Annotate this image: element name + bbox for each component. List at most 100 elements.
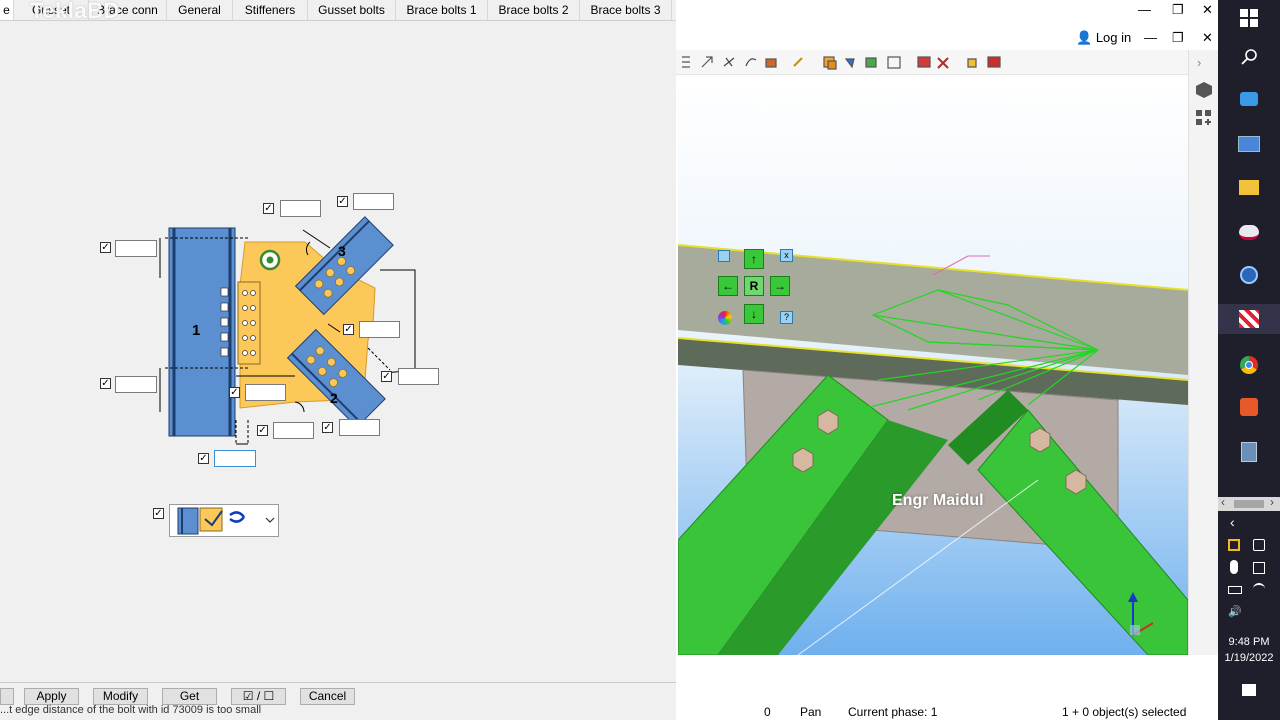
monitor-app-icon[interactable] [1218,128,1280,158]
cancel-button[interactable]: Cancel [300,688,355,705]
checkbox-gusset-bottom-2[interactable] [322,422,333,433]
nav-down-button[interactable]: ↓ [744,304,764,324]
nav-close-button[interactable]: x [780,249,793,262]
tray-screen-icon[interactable] [1253,539,1265,551]
checkbox-gusset-bottom-1[interactable] [257,425,268,436]
ok-button-partial[interactable] [0,688,14,705]
nav-up-button[interactable]: ↑ [744,249,764,269]
checkbox-gusset-type[interactable] [153,508,164,519]
gusset-bottom-1-field[interactable] [273,422,314,439]
nav-right-button[interactable]: → [770,276,790,296]
apply-button[interactable]: Apply [24,688,79,705]
inner-close-button[interactable]: ✕ [1202,30,1213,46]
login-area[interactable]: 👤 Log in [1076,30,1131,46]
gusset-bottom-2-field[interactable] [339,419,380,436]
scroll-thumb[interactable] [1234,500,1264,508]
nav-toggle-button[interactable] [718,250,730,262]
wifi-icon[interactable] [1253,583,1265,597]
side-panel: › [1188,50,1219,655]
top-left-dim-field[interactable] [115,240,157,257]
volume-icon[interactable]: 🔊 [1228,605,1242,618]
gusset-type-dropdown[interactable] [169,504,279,537]
battery-icon[interactable] [1228,586,1242,594]
chevron-right-icon[interactable]: › [1197,55,1201,70]
status-selection: 1 + 0 object(s) selected [1062,705,1187,719]
modify-button[interactable]: Modify [93,688,148,705]
grid-add-icon[interactable] [1196,110,1212,126]
calculator-icon[interactable] [1218,436,1280,466]
brace-2-label: 2 [330,390,338,406]
search-icon[interactable] [1218,42,1280,72]
status-mode: Pan [800,705,822,719]
tab-brace-bolts-2[interactable]: Brace bolts 2 [488,0,580,20]
tab-brace-bolts-3[interactable]: Brace bolts 3 [580,0,672,20]
window-controls: — ❐ ✕ [1136,2,1220,20]
tab-general[interactable]: General [167,0,233,20]
clip-offset-field[interactable] [245,384,286,401]
checkbox-gusset-top-1[interactable] [263,203,274,214]
user-icon: 👤 [1076,30,1093,45]
taskbar-date[interactable]: 1/19/2022 [1218,652,1280,664]
restore-button[interactable]: ❐ [1172,2,1184,18]
checkbox-top-left-dim[interactable] [100,242,111,253]
checkbox-bottom-left-dim[interactable] [100,378,111,389]
color-wheel-icon[interactable] [718,311,732,325]
tekla-app-icon[interactable] [1218,84,1280,114]
tab-brace-bolts-1[interactable]: Brace bolts 1 [396,0,488,20]
3d-viewport[interactable]: ↑ x ← R → ↓ ? Engr Maidul [678,80,1188,655]
gusset-type-preview-icon [177,507,275,535]
tray-device-icon[interactable] [1253,562,1265,574]
cube-icon[interactable] [1196,82,1212,98]
viewport-watermark: Engr Maidul [892,492,984,509]
microphone-icon[interactable] [1230,560,1238,574]
notification-center-icon[interactable] [1242,684,1256,696]
scroll-left-icon[interactable]: ‹ [1221,495,1225,509]
toolbar-tool-icons [682,56,1001,70]
tab-gusset-bolts[interactable]: Gusset bolts [308,0,396,20]
minimize-button[interactable]: — [1138,2,1151,17]
brace-gap-field[interactable] [359,321,400,338]
checkbox-column-gap[interactable] [198,453,209,464]
file-explorer-icon[interactable] [1218,172,1280,202]
inner-restore-button[interactable]: ❐ [1172,30,1184,46]
tray-app-icon[interactable] [1228,539,1240,551]
watermark-logo: TeklaBD [30,0,120,23]
get-button[interactable]: Get [162,688,217,705]
column-shape [168,227,236,437]
checkbox-brace-gap[interactable] [343,324,354,335]
checkbox-clip-offset[interactable] [229,387,240,398]
close-button[interactable]: ✕ [1202,2,1213,18]
brace-3-label: 3 [338,243,346,259]
gusset-top-1-field[interactable] [280,200,321,217]
taskbar-scrollbar[interactable]: ‹ › [1218,495,1280,511]
column-gap-field[interactable] [214,450,256,467]
connection-diagram: 3 2 1 [159,216,416,445]
windows-taskbar: ‹ › ‹ 🔊 9:48 PM 1/19/2022 [1218,0,1280,720]
checkbox-right-edge[interactable] [381,371,392,382]
nav-left-button[interactable]: ← [718,276,738,296]
tekla-structures-icon[interactable] [1218,304,1280,334]
chrome-icon[interactable] [1218,350,1280,380]
right-edge-field[interactable] [398,368,439,385]
connection-dialog: e Gusset Brace conn General Stiffeners G… [0,0,677,720]
3d-scene [678,80,1188,655]
windows-start-icon[interactable] [1218,3,1280,33]
taskbar-time[interactable]: 9:48 PM [1218,636,1280,648]
chevron-left-icon[interactable]: ‹ [1230,514,1235,530]
tekla-viewer-icon[interactable] [1218,260,1280,290]
checkbox-gusset-top-2[interactable] [337,196,348,207]
login-link[interactable]: Log in [1096,30,1131,45]
cloud-app-icon[interactable] [1218,216,1280,246]
gusset-top-2-field[interactable] [353,193,394,210]
scroll-right-icon[interactable]: › [1270,495,1274,509]
nav-rotate-button[interactable]: R [744,276,764,296]
inner-minimize-button[interactable]: — [1144,30,1157,45]
bottom-left-dim-field[interactable] [115,376,157,393]
tab-partial[interactable]: e [0,0,14,20]
tab-stiffeners[interactable]: Stiffeners [233,0,308,20]
nav-help-button[interactable]: ? [780,311,793,324]
toolbar-icons [682,56,1001,70]
toggle-checkboxes-button[interactable]: ☑ / ☐ [231,688,286,705]
model-toolbar [676,50,1218,75]
office-app-icon[interactable] [1218,392,1280,422]
